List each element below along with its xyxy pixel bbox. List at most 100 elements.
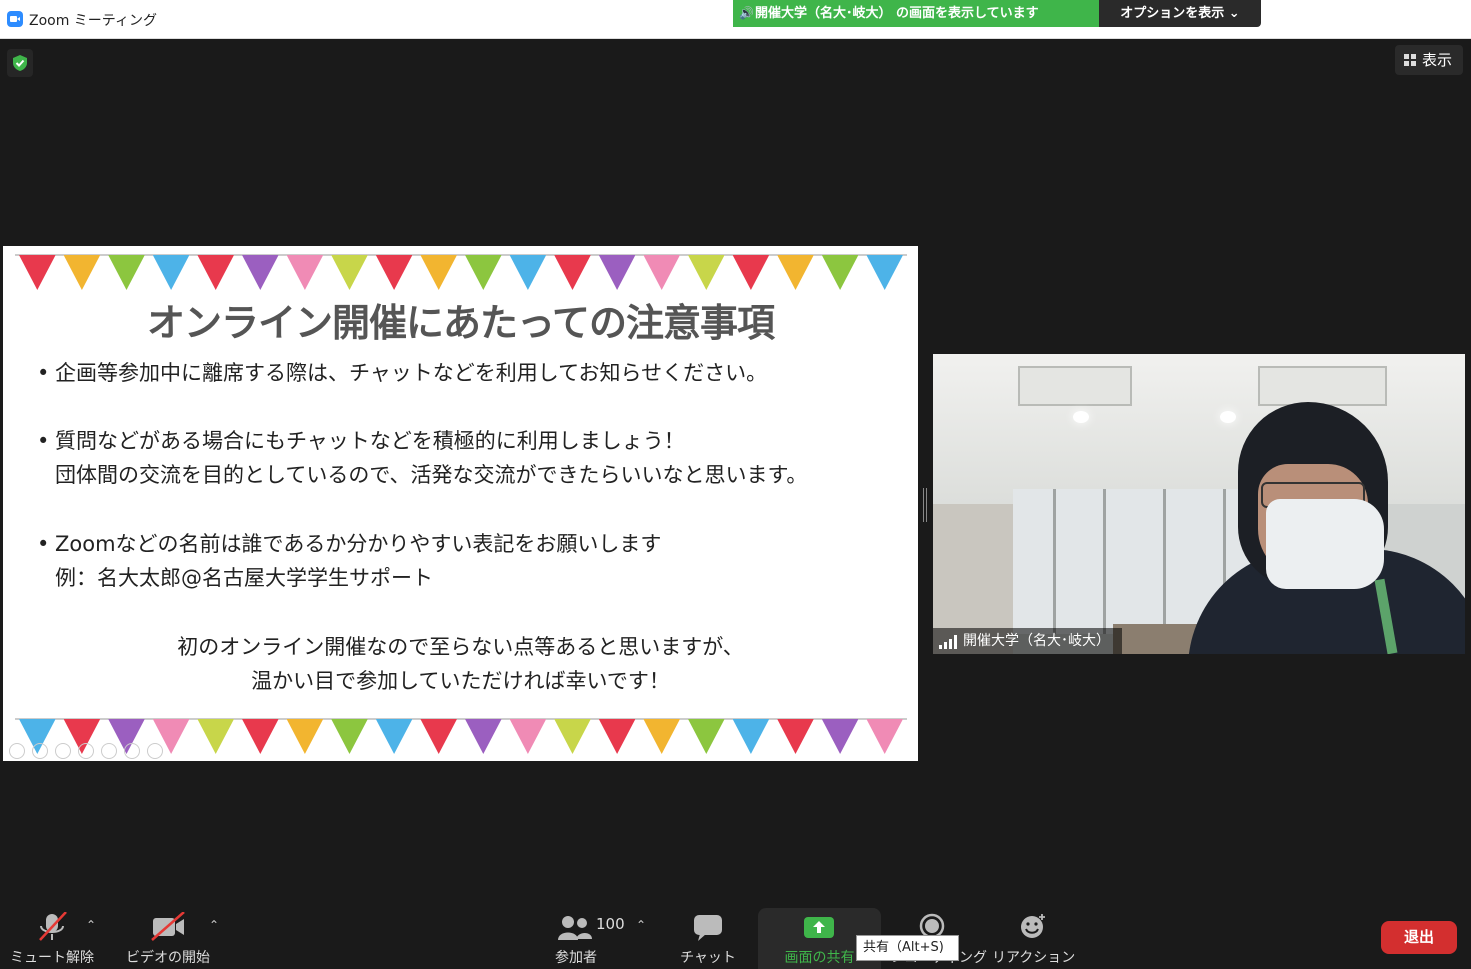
security-shield-button[interactable] bbox=[7, 49, 33, 77]
bullet-item-1: • 企画等参加中に離席する際は、チャットなどを利用してお知らせください。 bbox=[37, 356, 767, 390]
bunting-flag bbox=[732, 255, 770, 290]
share-shortcut-tooltip: 共有（Alt+S) bbox=[856, 935, 959, 961]
slide-controls[interactable] bbox=[9, 740, 199, 759]
bullet-text-continued: 例：名大太郎@名古屋大学学生サポート bbox=[55, 566, 433, 590]
bullet-dot: • bbox=[37, 429, 50, 453]
bunting-flag bbox=[465, 255, 502, 290]
bunting-flag bbox=[286, 719, 324, 754]
bullet-text-continued: 団体間の交流を目的としているので、活発な交流ができたらいいなと思います。 bbox=[55, 463, 808, 487]
bunting-flag bbox=[688, 719, 725, 754]
share-banner-text: 開催大学（名大･岐大） の画面を表示しています bbox=[755, 6, 1039, 21]
signal-icon bbox=[939, 635, 957, 649]
chat-button[interactable]: チャット bbox=[672, 898, 744, 969]
bunting-flag bbox=[465, 719, 502, 754]
bunting-flag bbox=[554, 719, 591, 754]
bunting-flag bbox=[108, 255, 145, 290]
bunting-flag bbox=[866, 255, 903, 290]
video-vent bbox=[1258, 366, 1387, 406]
chat-icon bbox=[694, 915, 722, 941]
bunting-flag bbox=[197, 719, 234, 754]
slide-title: オンライン開催にあたっての注意事項 bbox=[146, 301, 775, 345]
participant-name-tag: 開催大学（名大･岐大） bbox=[933, 628, 1122, 654]
reaction-button[interactable]: リアクション bbox=[992, 898, 1076, 969]
closing-line-2: 温かい目で参加していただければ幸いです！ bbox=[251, 669, 670, 693]
bunting-flag bbox=[509, 255, 547, 290]
video-light bbox=[1220, 411, 1236, 423]
bullet-text: 企画等参加中に離席する際は、チャットなどを利用してお知らせください。 bbox=[55, 361, 768, 385]
screen-share-banner: 🔊 開催大学（名大･岐大） の画面を表示しています bbox=[733, 0, 1099, 27]
bunting-flag bbox=[242, 255, 279, 290]
leave-meeting-button[interactable]: 退出 bbox=[1381, 921, 1457, 954]
bunting-flag bbox=[732, 719, 770, 754]
reaction-icon bbox=[1021, 914, 1045, 938]
start-video-label: ビデオの開始 bbox=[126, 950, 210, 966]
bunting-flag bbox=[152, 255, 190, 290]
bunting-flag bbox=[420, 255, 457, 290]
video-options-caret[interactable]: ⌃ bbox=[209, 918, 219, 932]
speaker-icon: 🔊 bbox=[739, 6, 754, 20]
participants-button[interactable]: 参加者 bbox=[540, 898, 612, 969]
bunting-flag bbox=[554, 255, 591, 290]
bunting-flag bbox=[777, 255, 814, 290]
next-slide-icon[interactable] bbox=[32, 742, 48, 759]
bullet-item-3: • Zoomなどの名前は誰であるか分かりやすい表記をお願いします 例：名大太郎@名… bbox=[37, 527, 661, 595]
participants-label: 参加者 bbox=[555, 950, 597, 966]
shield-icon bbox=[13, 55, 27, 71]
view-button-label: 表示 bbox=[1422, 51, 1453, 69]
bullet-item-2: • 質問などがある場合にもチャットなどを積極的に利用しましょう！ 団体間の交流を目… bbox=[37, 424, 807, 492]
copy-icon[interactable] bbox=[78, 742, 94, 759]
video-vent bbox=[1018, 366, 1132, 406]
bullet-text: Zoomなどの名前は誰であるか分かりやすい表記をお願いします bbox=[55, 532, 662, 556]
audio-options-caret[interactable]: ⌃ bbox=[86, 918, 96, 932]
split-resize-handle[interactable] bbox=[922, 488, 928, 522]
video-off-icon bbox=[151, 912, 185, 941]
unmute-label: ミュート解除 bbox=[10, 950, 94, 966]
participant-name: 開催大学（名大･岐大） bbox=[963, 633, 1110, 649]
bunting-flag bbox=[509, 719, 547, 754]
bunting-flag bbox=[331, 255, 368, 290]
view-button[interactable]: 表示 bbox=[1395, 45, 1463, 75]
video-light bbox=[1073, 411, 1089, 423]
bullet-dot: • bbox=[37, 532, 50, 556]
bunting-flag bbox=[643, 719, 680, 754]
start-video-button[interactable]: ビデオの開始 bbox=[120, 898, 216, 969]
unmute-button[interactable]: ミュート解除 bbox=[4, 898, 100, 969]
closing-line-1: 初のオンライン開催なので至らない点等あると思いますが、 bbox=[177, 635, 744, 659]
bunting-flag bbox=[19, 255, 56, 290]
more-icon[interactable] bbox=[147, 742, 163, 759]
zoom-icon[interactable] bbox=[101, 742, 117, 759]
grid-view-icon bbox=[1404, 54, 1416, 66]
bunting-flag bbox=[821, 719, 859, 754]
bunting-flag bbox=[420, 719, 457, 754]
bunting-flag bbox=[821, 255, 859, 290]
bunting-decoration-top bbox=[15, 254, 907, 290]
bunting-flag bbox=[598, 719, 636, 754]
bunting-flag bbox=[866, 719, 903, 754]
bullet-text: 質問などがある場合にもチャットなどを積極的に利用しましょう！ bbox=[55, 429, 685, 453]
zoom-logo-icon bbox=[7, 11, 23, 27]
bunting-flag bbox=[286, 255, 324, 290]
view-options-button[interactable]: オプションを表示 ⌄ bbox=[1099, 0, 1261, 27]
chat-label: チャット bbox=[680, 950, 736, 966]
bunting-flag bbox=[688, 255, 725, 290]
bunting-flag bbox=[331, 719, 368, 754]
bunting-flag bbox=[598, 255, 636, 290]
participants-options-caret[interactable]: ⌃ bbox=[636, 918, 646, 932]
bunting-flag bbox=[643, 255, 680, 290]
shared-screen-slide[interactable]: オンライン開催にあたっての注意事項 • 企画等参加中に離席する際は、チャットなどを… bbox=[3, 246, 918, 761]
bunting-flag bbox=[777, 719, 814, 754]
bunting-flag bbox=[63, 255, 101, 290]
prev-slide-icon[interactable] bbox=[9, 742, 25, 759]
bullet-dot: • bbox=[37, 361, 50, 385]
bunting-flag bbox=[375, 719, 413, 754]
participants-count: 100 bbox=[596, 915, 625, 933]
bunting-flag bbox=[242, 719, 279, 754]
slides-icon[interactable] bbox=[124, 742, 140, 759]
window-title: Zoom ミーティング bbox=[29, 13, 157, 29]
participant-video[interactable]: 開催大学（名大･岐大） bbox=[933, 354, 1465, 654]
bunting-flag bbox=[197, 255, 234, 290]
pen-icon[interactable] bbox=[55, 742, 71, 759]
reaction-label: リアクション bbox=[992, 950, 1076, 966]
participant-mask bbox=[1266, 499, 1384, 589]
share-screen-icon bbox=[804, 917, 834, 938]
